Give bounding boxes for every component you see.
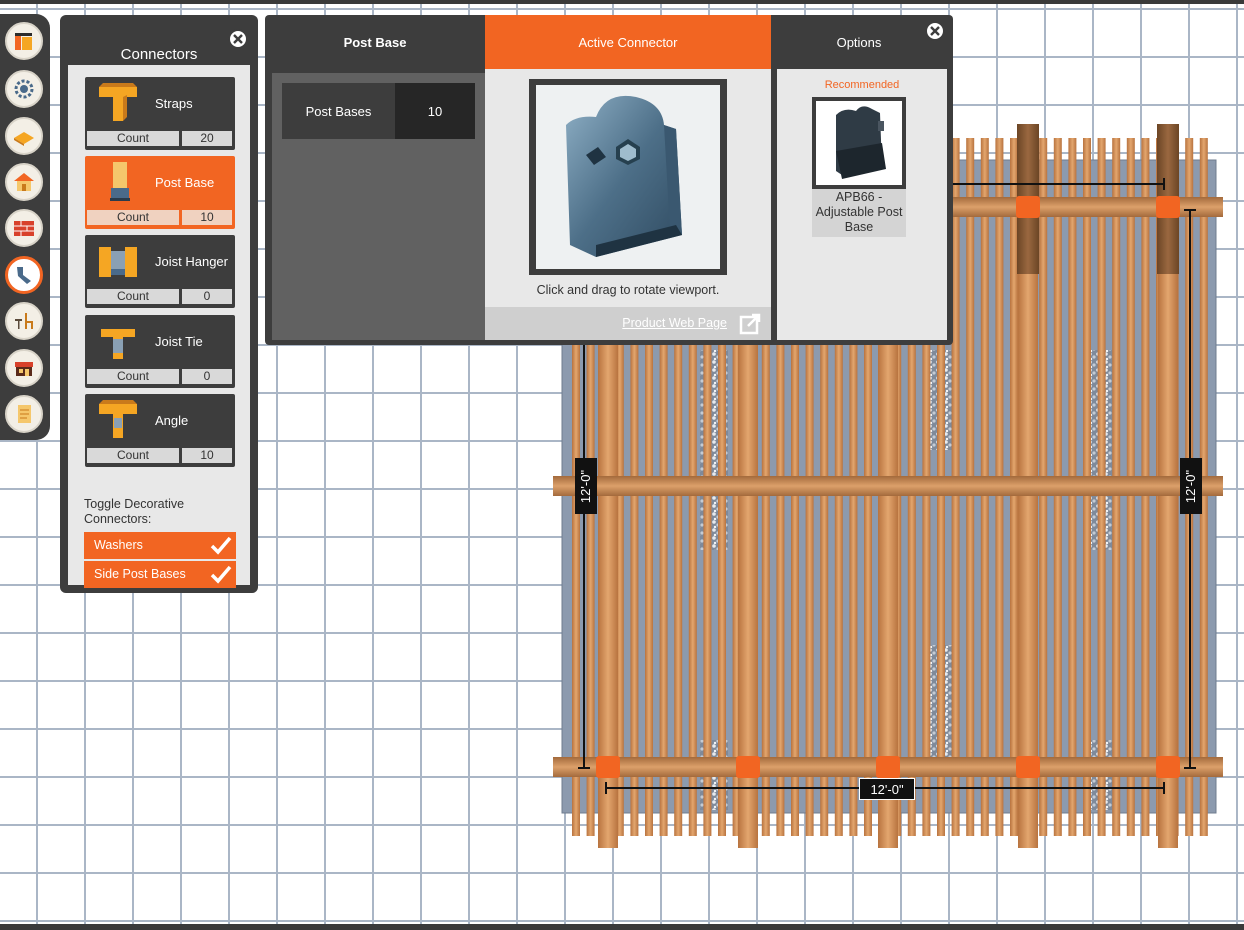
connector-3d-viewport[interactable]: [529, 79, 727, 275]
connector-card-name: Post Base: [155, 174, 215, 190]
count-value: 0: [182, 369, 232, 384]
tab-options[interactable]: Options: [771, 15, 947, 69]
connector-card-joist-hanger[interactable]: Joist Hanger Count 0: [85, 235, 235, 308]
count-label: Count: [87, 210, 179, 225]
count-label: Count: [87, 448, 179, 463]
post-bases-label: Post Bases: [282, 83, 395, 139]
rotate-hint: Click and drag to rotate viewport.: [536, 283, 720, 297]
detail-close-button[interactable]: [925, 21, 945, 41]
toggle-label: Side Post Bases: [94, 567, 186, 581]
connector-card-name: Joist Tie: [155, 333, 203, 349]
bottom-strip: [0, 924, 1244, 930]
connector-card-angle[interactable]: Angle Count 10: [85, 394, 235, 467]
connector-detail-panel: Post Base Active Connector Options Post …: [265, 15, 953, 345]
toolbar-structure-button[interactable]: [5, 163, 43, 201]
toolbar-materials-button[interactable]: [5, 209, 43, 247]
product-web-page-link[interactable]: Product Web Page: [622, 316, 727, 330]
post-base-section: Post Bases 10: [272, 73, 485, 340]
count-label: Count: [87, 289, 179, 304]
lumber-icon: [14, 132, 34, 146]
recommended-product-thumbnail[interactable]: [812, 97, 906, 189]
connectors-close-button[interactable]: [228, 29, 248, 49]
toolbar-settings-button[interactable]: [5, 70, 43, 108]
close-icon: [930, 26, 940, 36]
options-section: Recommended APB66 - Adjustable Post Base: [777, 69, 947, 340]
connector-card-straps[interactable]: Straps Count 20: [85, 77, 235, 150]
count-value: 20: [182, 131, 232, 146]
count-value: 10: [182, 210, 232, 225]
angle-connector-icon: [99, 400, 137, 438]
count-label: Count: [87, 131, 179, 146]
strap-connector-icon: [99, 83, 137, 121]
recommended-product-name: APB66 - Adjustable Post Base: [812, 189, 906, 237]
document-icon: [18, 405, 31, 423]
toolbar-decking-button[interactable]: [5, 117, 43, 155]
count-value: 10: [182, 448, 232, 463]
post-base-connector-icon: [110, 162, 130, 201]
toolbar-furniture-button[interactable]: [5, 302, 43, 340]
count-value: 0: [182, 289, 232, 304]
toolbar-layout-button[interactable]: [5, 22, 43, 60]
recommended-label: Recommended: [824, 79, 900, 91]
chairs-icon: [15, 313, 33, 329]
connector-card-post-base[interactable]: Post Base Count 10: [85, 156, 235, 229]
external-link-icon[interactable]: [739, 313, 761, 335]
connector-icon: [17, 267, 31, 284]
checkmark-icon: [210, 536, 232, 555]
tab-post-base[interactable]: Post Base: [265, 15, 485, 69]
toggle-washers[interactable]: Washers: [84, 532, 236, 559]
brick-icon: [14, 221, 34, 236]
toolbar-store-button[interactable]: [5, 349, 43, 387]
house-icon: [14, 173, 34, 191]
post-base-3d-icon: [566, 95, 682, 257]
gear-icon: [14, 79, 34, 99]
connectors-panel-title: Connectors: [120, 46, 198, 63]
checkmark-icon: [210, 565, 232, 584]
post-bases-count: 10: [395, 83, 475, 139]
close-icon: [233, 34, 243, 44]
connector-card-name: Straps: [155, 95, 193, 111]
store-icon: [15, 362, 33, 376]
toolbar-report-button[interactable]: [5, 395, 43, 433]
viewport-image: [536, 85, 720, 269]
dimension-label-bottom: 12'-0": [859, 778, 915, 800]
connectors-list: Straps Count 20 Post Base Count 10 Joist…: [68, 65, 250, 588]
deck-layout-icon: [15, 33, 32, 50]
joist-tie-connector-icon: [101, 329, 135, 359]
adjustable-post-base-icon: [836, 106, 886, 179]
toolbar-connectors-button[interactable]: [5, 256, 43, 294]
count-label: Count: [87, 369, 179, 384]
active-connector-section: Click and drag to rotate viewport. Produ…: [485, 69, 771, 340]
joist-hanger-connector-icon: [99, 247, 137, 277]
connector-card-name: Angle: [155, 412, 189, 428]
dimension-label-right: 12'-0": [1180, 458, 1202, 514]
product-web-bar: Product Web Page: [485, 307, 771, 340]
connectors-panel: Connectors Straps Count 20 Post Base Cou…: [60, 15, 258, 593]
connector-card-joist-tie[interactable]: Joist Tie Count 0: [85, 315, 235, 388]
dimension-label-left: 12'-0": [575, 458, 597, 514]
toggle-decorative-label: Toggle Decorative Connectors:: [84, 497, 185, 526]
tab-active-connector[interactable]: Active Connector: [485, 15, 771, 69]
toggle-side-post-bases[interactable]: Side Post Bases: [84, 561, 236, 588]
main-toolbar: [0, 14, 50, 440]
connector-card-name: Joist Hanger: [155, 253, 228, 269]
toggle-label: Washers: [94, 538, 143, 552]
